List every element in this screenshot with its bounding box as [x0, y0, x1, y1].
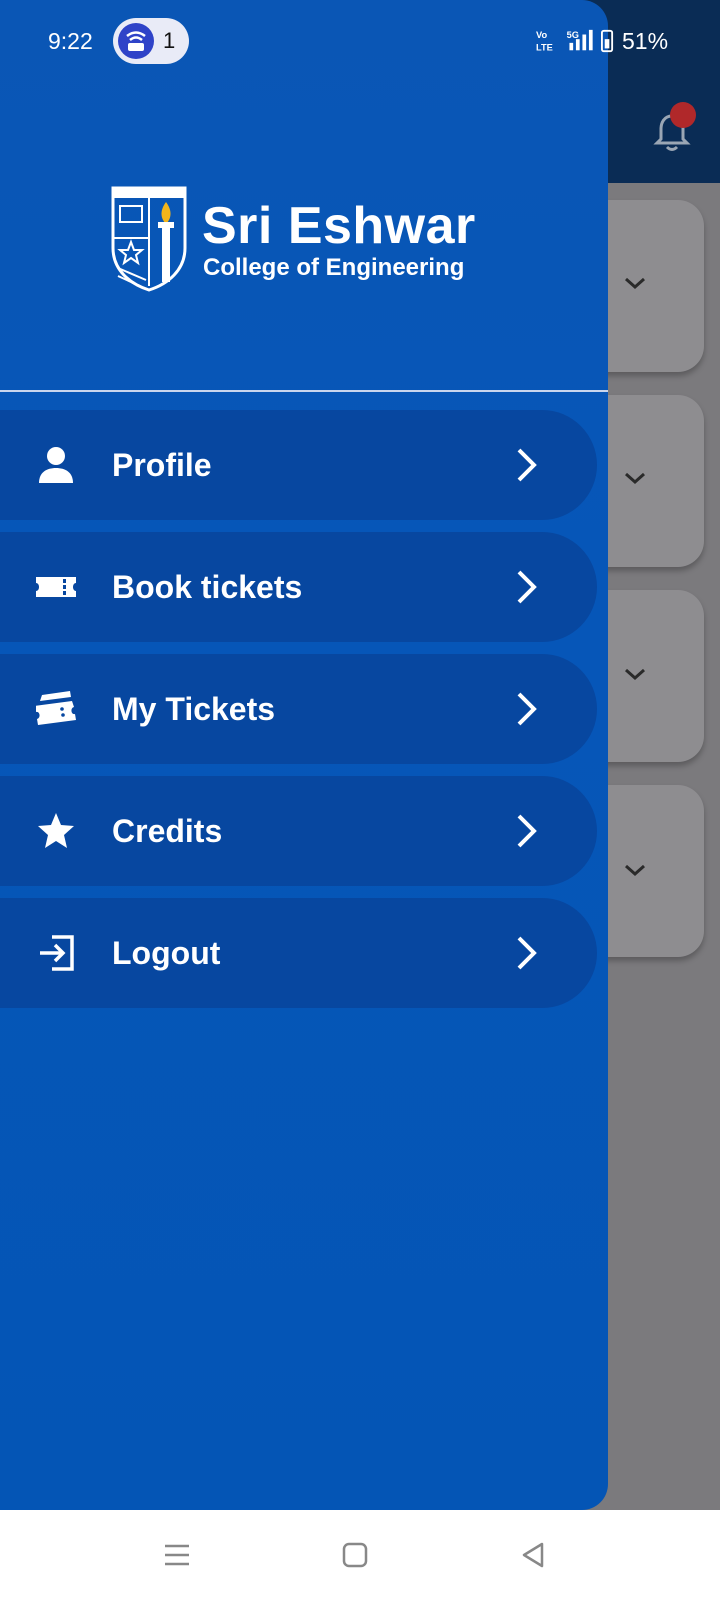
hotspot-count: 1 [163, 28, 176, 53]
menu-item-label: Profile [112, 447, 212, 483]
menu-item-label: Credits [112, 813, 223, 849]
person-icon [39, 447, 73, 483]
college-logo: Sri Eshwar College of Engineering [110, 186, 500, 296]
svg-text:5G: 5G [567, 30, 579, 40]
menu-item-label: My Tickets [112, 691, 276, 727]
clock: 9:22 [48, 28, 93, 54]
chevron-down-icon [625, 668, 645, 681]
chevron-down-icon [625, 472, 645, 485]
menu-item-label: Logout [112, 935, 221, 971]
hotspot-indicator[interactable]: 1 [113, 18, 189, 64]
menu-item-book-tickets[interactable]: Book tickets [0, 532, 597, 642]
tickets-icon [36, 691, 76, 725]
logout-icon [40, 935, 74, 971]
svg-text:LTE: LTE [536, 42, 553, 52]
menu-item-logout[interactable]: Logout [0, 898, 597, 1008]
status-bar: 9:22 1 Vo LTE 5G 51% [0, 0, 720, 84]
menu-item-my-tickets[interactable]: My Tickets [0, 654, 597, 764]
logo-title: Sri Eshwar [202, 197, 476, 255]
menu-item-label: Book tickets [112, 569, 303, 605]
chevron-right-icon [517, 936, 537, 970]
navigation-drawer: Sri Eshwar College of Engineering Profil… [0, 0, 608, 1510]
menu-item-profile[interactable]: Profile [0, 410, 597, 520]
menu-icon[interactable] [162, 1540, 192, 1570]
chevron-right-icon [517, 692, 537, 726]
divider [0, 390, 608, 392]
ticket-icon [36, 577, 76, 597]
chevron-right-icon [517, 570, 537, 604]
back-icon[interactable] [518, 1540, 548, 1570]
signal-icon: Vo LTE 5G [536, 29, 614, 52]
battery-percentage: 51% [622, 28, 669, 54]
crest-icon [111, 186, 187, 292]
star-icon [38, 813, 74, 848]
menu-item-credits[interactable]: Credits [0, 776, 597, 886]
notification-badge [670, 102, 696, 128]
chevron-right-icon [517, 448, 537, 482]
chevron-right-icon [517, 814, 537, 848]
chevron-down-icon [625, 864, 645, 877]
system-navigation-bar [0, 1510, 720, 1600]
hotspot-icon [118, 23, 154, 59]
logo-subtitle: College of Engineering [203, 254, 465, 281]
home-icon[interactable] [340, 1540, 370, 1570]
chevron-down-icon [625, 277, 645, 290]
svg-text:Vo: Vo [536, 30, 547, 40]
